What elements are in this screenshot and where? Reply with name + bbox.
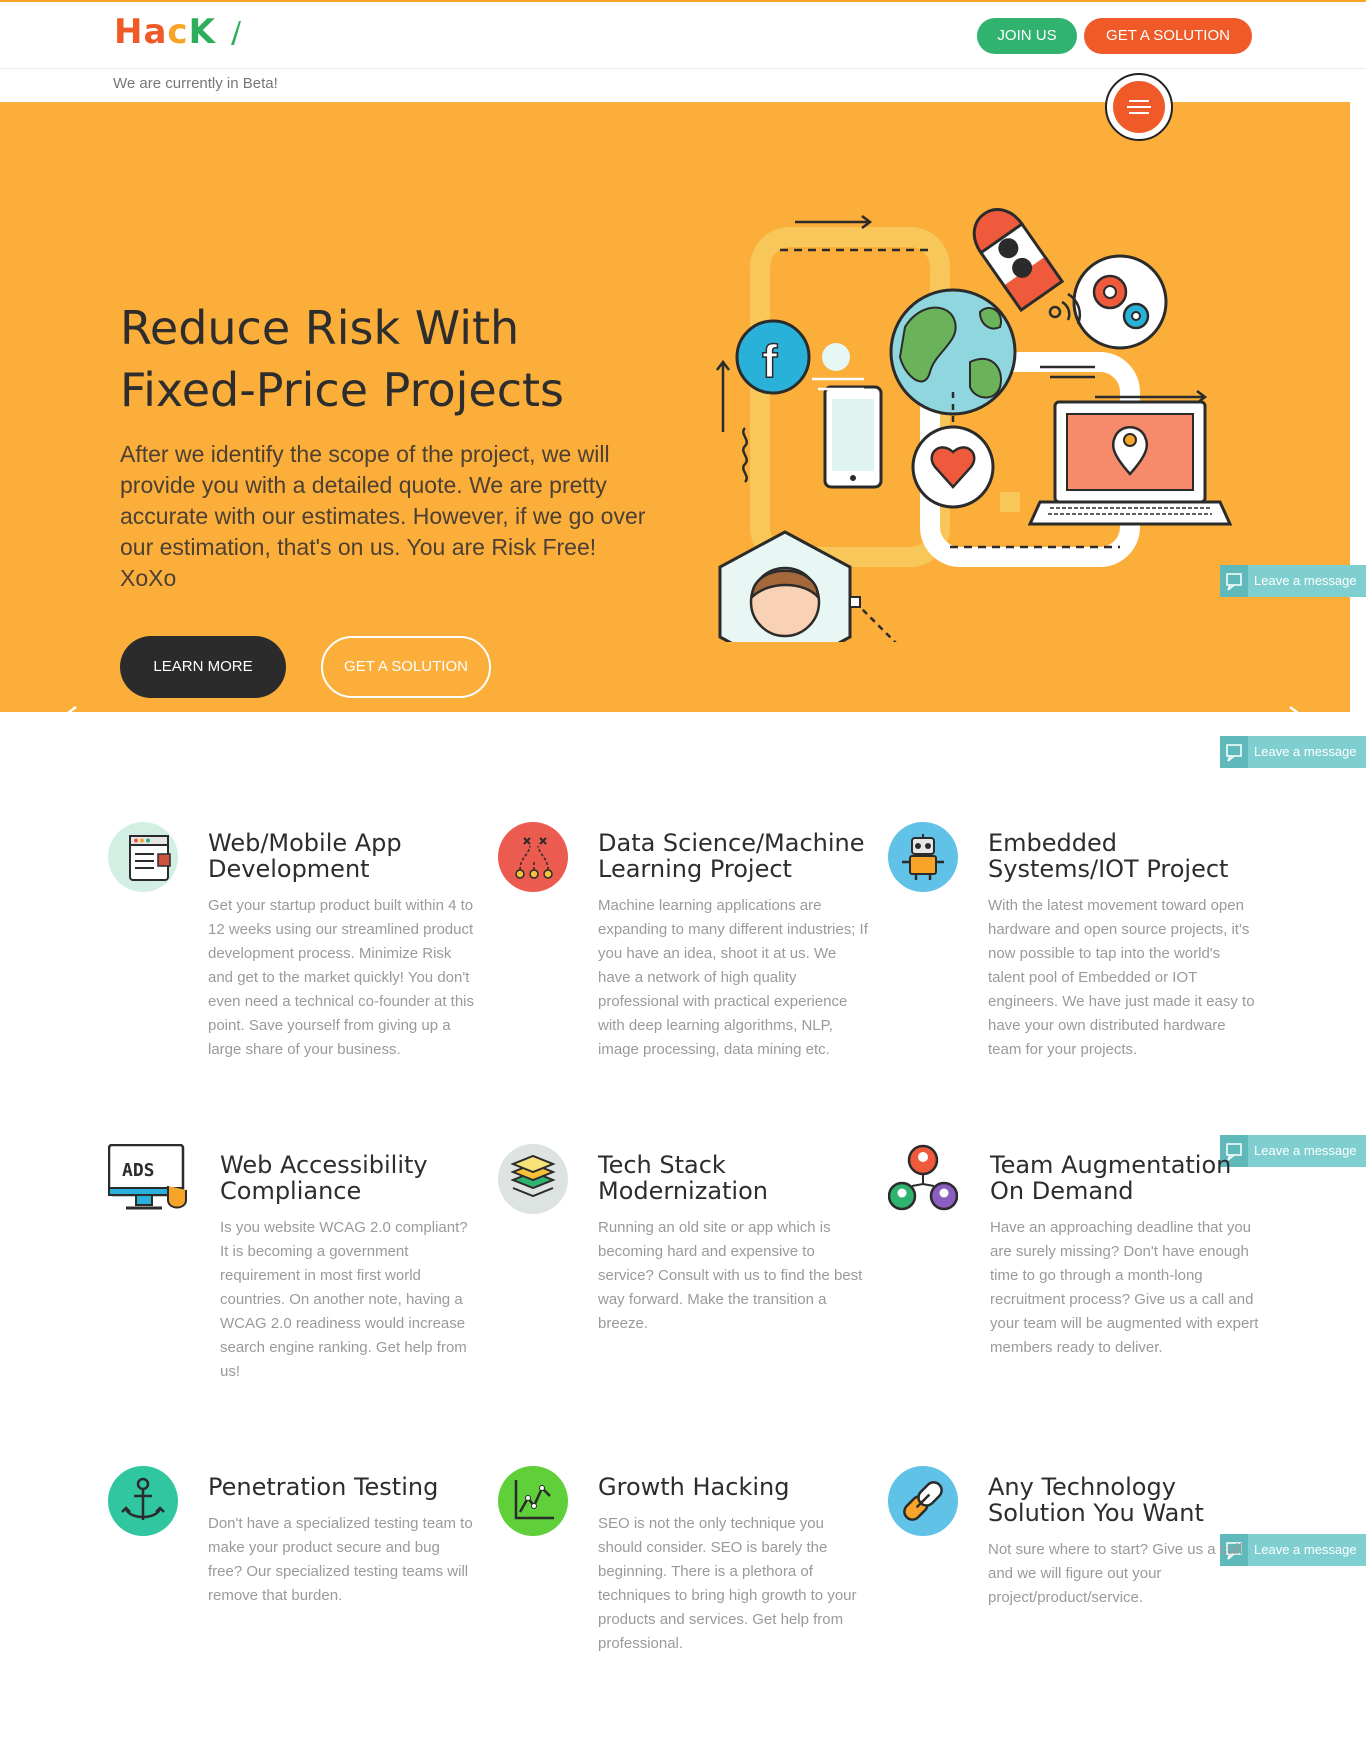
- menu-toggle-button[interactable]: [1105, 73, 1173, 141]
- browser-window-icon: [108, 822, 178, 892]
- logo-slash-icon: [230, 21, 241, 45]
- hero-illustration: f: [716, 208, 1233, 642]
- svg-text:f: f: [762, 335, 778, 387]
- chat-bubble-icon: [1220, 565, 1248, 597]
- chat-bubble-icon: [1220, 736, 1248, 768]
- leave-message-tab[interactable]: Leave a message: [1220, 736, 1366, 768]
- anchor-icon: [108, 1466, 178, 1536]
- hero-get-solution-button[interactable]: GET A SOLUTION: [321, 636, 491, 698]
- strategy-graph-icon: [498, 822, 568, 892]
- ada-monitor-icon: ADS: [107, 1143, 190, 1216]
- menu-icon: [1113, 81, 1165, 133]
- layers-icon: [498, 1144, 568, 1214]
- learn-more-button[interactable]: LEARN MORE: [120, 636, 286, 698]
- site-header: HacK JOIN US GET A SOLUTION: [0, 2, 1366, 69]
- svg-text:ADS: ADS: [122, 1160, 155, 1181]
- chain-link-icon: [888, 1466, 958, 1536]
- hero-title: Reduce Risk With Fixed-Price Projects: [120, 301, 564, 417]
- hero-banner: Reduce Risk With Fixed-Price Projects Af…: [0, 102, 1350, 732]
- next-slide-arrow-icon[interactable]: [1240, 704, 1310, 734]
- prev-slide-arrow-icon[interactable]: [56, 704, 126, 734]
- join-us-button[interactable]: JOIN US: [977, 18, 1077, 54]
- hero-description: After we identify the scope of the proje…: [120, 441, 646, 591]
- get-solution-button[interactable]: GET A SOLUTION: [1084, 18, 1252, 54]
- growth-chart-icon: [498, 1466, 568, 1536]
- logo[interactable]: HacK: [114, 12, 241, 52]
- team-network-icon: [887, 1144, 959, 1214]
- beta-notice: We are currently in Beta!: [113, 75, 278, 92]
- leave-message-tab[interactable]: Leave a message: [1220, 565, 1366, 597]
- robot-icon: [888, 822, 958, 892]
